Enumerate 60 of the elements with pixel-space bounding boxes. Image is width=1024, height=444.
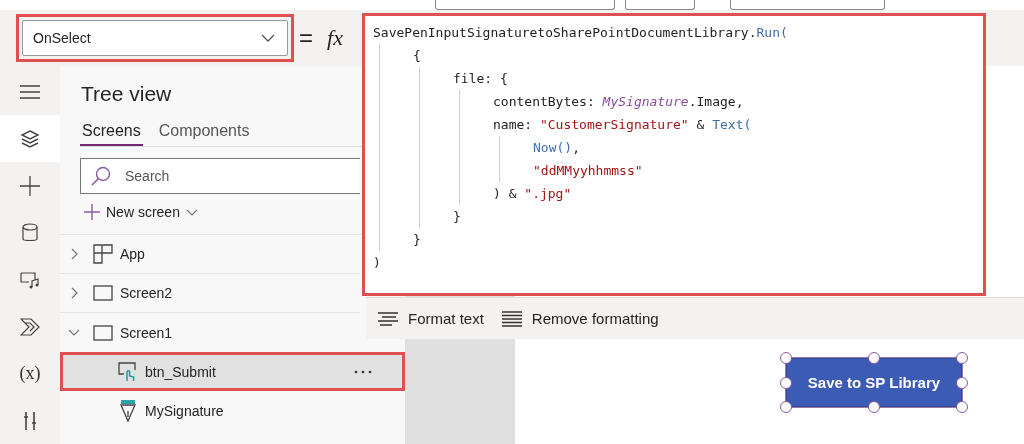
screen-icon [93, 324, 113, 341]
tree-item[interactable]: btn_Submit [60, 352, 405, 391]
tree-item-label: MySignature [145, 402, 224, 419]
pen-icon [119, 399, 137, 422]
code-line: contentBytes: MySignature.Image, [365, 90, 983, 113]
tree-item-label: Screen1 [120, 324, 173, 341]
automate-icon [20, 317, 40, 336]
app-grid-icon [93, 244, 113, 264]
format-lines-icon [378, 311, 398, 326]
new-screen-button[interactable]: New screen [82, 202, 200, 222]
code-line: name: "CustomerSignature" & Text( [365, 113, 983, 136]
tools-icon [22, 410, 38, 431]
tree-item-label: Screen2 [120, 285, 173, 301]
resize-handle[interactable] [780, 352, 792, 364]
tree-item-label: btn_Submit [145, 363, 216, 380]
format-action-button[interactable]: Format text [376, 308, 486, 329]
more-icon[interactable] [354, 369, 372, 374]
plus-icon [20, 175, 40, 196]
panel-title: Tree view [81, 82, 173, 106]
rail-button[interactable] [0, 115, 60, 162]
variables-label: (x) [19, 363, 41, 384]
code-line: } [365, 228, 983, 251]
code-line: file: { [365, 67, 983, 90]
save-button[interactable]: Save to SP Library [786, 358, 962, 407]
code-line: ) [372, 254, 382, 272]
code-line: SavePenInputSignaturetoSharePointDocumentLibrary.Run( [372, 24, 789, 42]
plus-icon [84, 204, 100, 220]
tree-item[interactable]: MySignature [60, 391, 360, 430]
tab[interactable]: Screens [80, 122, 143, 146]
layers-icon [20, 129, 40, 148]
database-icon [22, 222, 38, 243]
tree-item[interactable]: Screen2 [60, 274, 360, 313]
code-line: { [365, 44, 983, 67]
tree-item-label: App [120, 246, 145, 262]
resize-handle[interactable] [956, 352, 968, 364]
property-dropdown[interactable]: OnSelect [22, 20, 288, 56]
rail-button[interactable]: (x) [0, 350, 60, 397]
resize-handle[interactable] [780, 401, 792, 413]
tree-item[interactable]: App [60, 235, 360, 274]
chevron-down-icon [185, 208, 198, 216]
chevron-down-icon [261, 34, 275, 42]
button-control-icon [118, 361, 138, 382]
search-field[interactable]: Search [80, 158, 360, 194]
tab[interactable]: Components [156, 122, 252, 146]
code-line: "ddMMyyhhmmss" [365, 159, 983, 182]
formula-editor[interactable]: SavePenInputSignaturetoSharePointDocumentLibrary.Run( { file: { contentBytes: MySignature.Image, name: "CustomerSignature" & Text( Now(), "ddMMyyhhmmss" ) & ".jpg" } } ) [362, 13, 986, 296]
fx-label[interactable]: fx [327, 25, 343, 51]
resize-handle[interactable] [868, 352, 880, 364]
code-line: } [365, 205, 983, 228]
search-icon [90, 165, 112, 187]
tree-item[interactable]: Screen1 [60, 313, 360, 352]
media-icon [20, 270, 40, 289]
menu-icon [20, 84, 40, 99]
screen-icon [93, 285, 113, 301]
format-action-button[interactable]: Remove formatting [499, 308, 661, 329]
code-line: Now(), [365, 136, 983, 159]
align-lines-icon [501, 310, 522, 327]
equals-sign: = [299, 24, 313, 52]
code-line: ) & ".jpg" [365, 182, 983, 205]
resize-handle[interactable] [956, 401, 968, 413]
